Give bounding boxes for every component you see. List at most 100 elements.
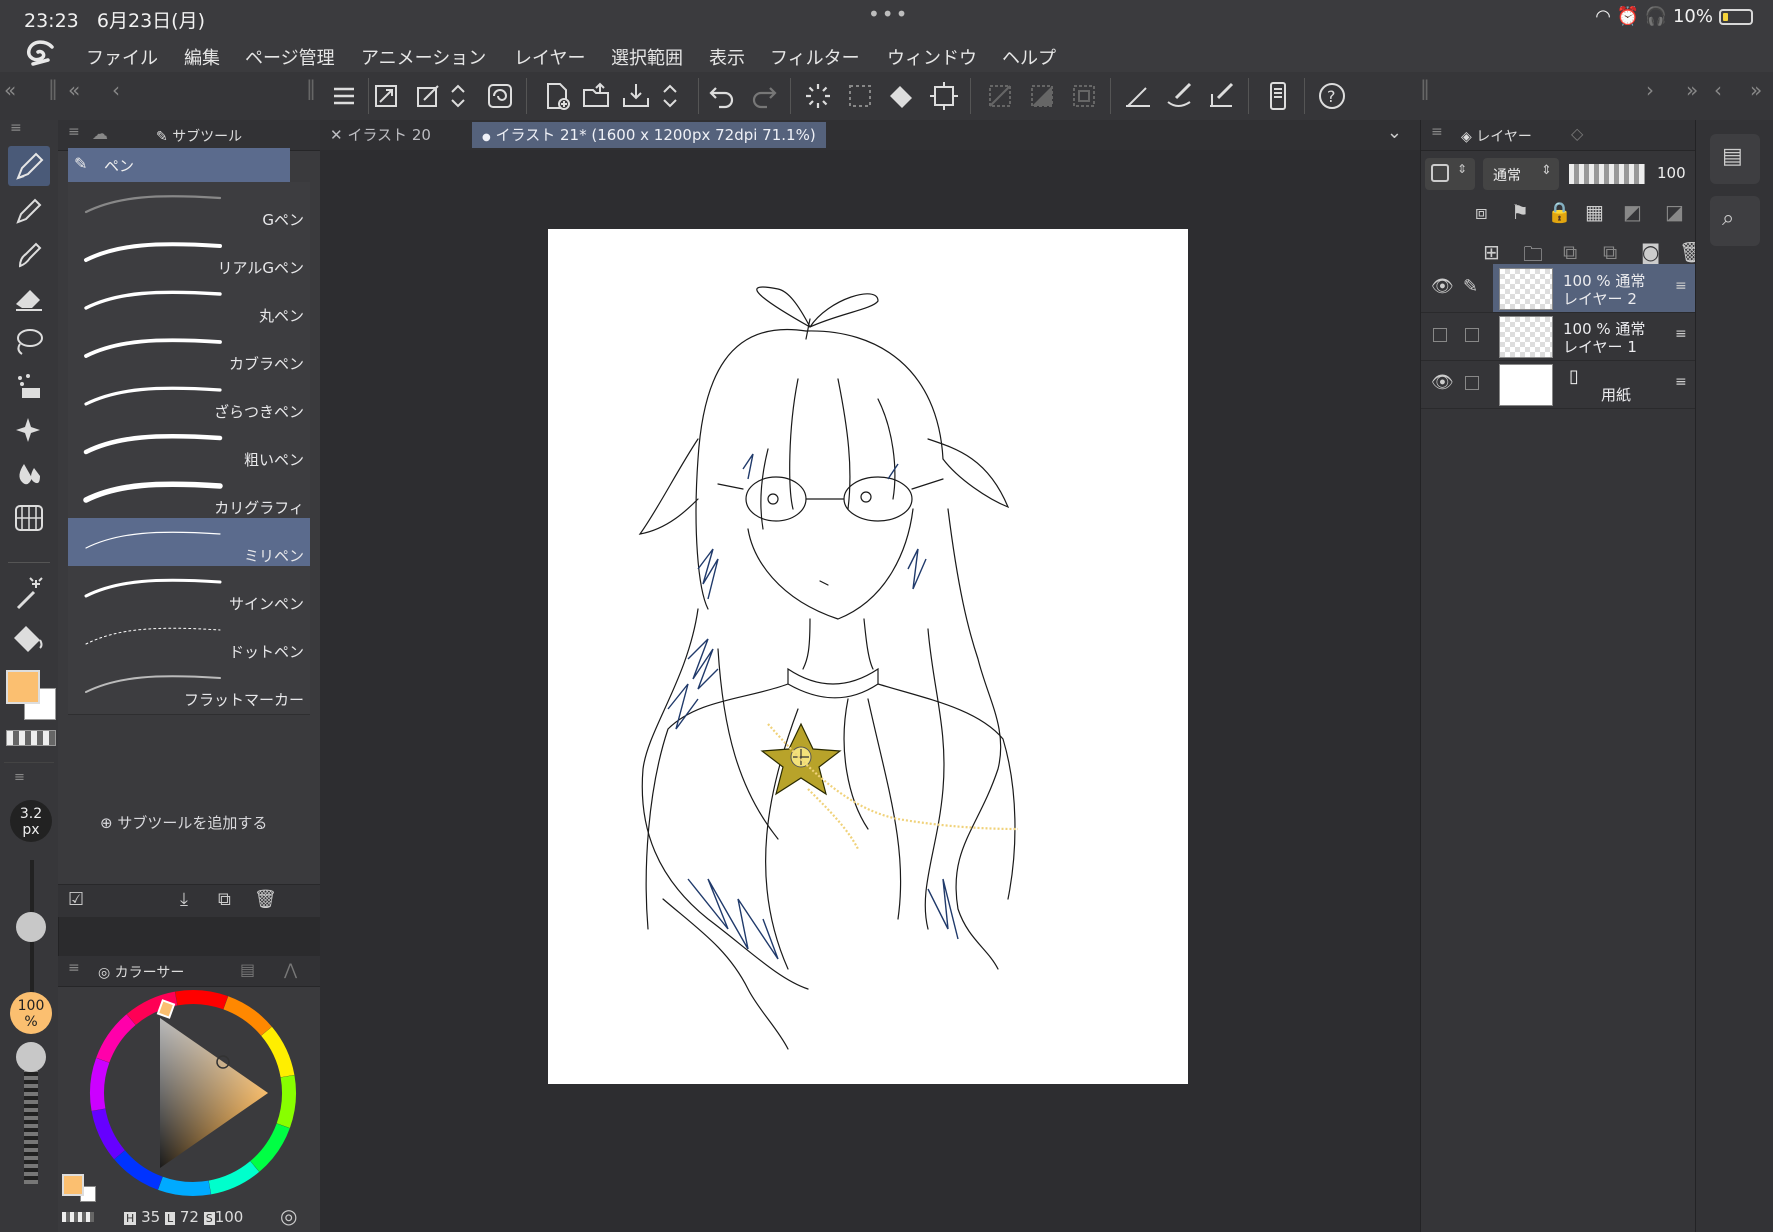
trash-icon[interactable]: 🗑 bbox=[254, 889, 277, 910]
edit-pen-icon[interactable]: ✎ bbox=[1463, 276, 1478, 297]
auto-select-tool-icon[interactable] bbox=[8, 366, 50, 406]
layer-row-paper[interactable]: 👁 ▯ 用紙 ≡ bbox=[1421, 360, 1696, 409]
brush-size-slider-handle[interactable] bbox=[16, 912, 46, 942]
ruler-icon[interactable] bbox=[1122, 80, 1154, 112]
subtool-group-header[interactable]: ✎ ペン bbox=[68, 148, 290, 182]
brush-item[interactable]: ミリペン bbox=[68, 518, 310, 571]
menu-selection[interactable]: 選択範囲 bbox=[611, 44, 683, 70]
brush-tool-icon[interactable] bbox=[8, 234, 50, 274]
brush-item[interactable]: リアルGペン bbox=[68, 230, 310, 283]
magic-wand-icon[interactable] bbox=[8, 574, 50, 614]
fill-tool-icon[interactable] bbox=[8, 618, 50, 658]
layer-tab[interactable]: ◈ レイヤー bbox=[1461, 126, 1532, 146]
invert-selection-icon[interactable] bbox=[1026, 80, 1058, 112]
opacity-slider-handle[interactable] bbox=[16, 1042, 46, 1072]
cloud-icon[interactable]: ☁ bbox=[92, 124, 108, 143]
resize-canvas-icon[interactable] bbox=[412, 80, 444, 112]
pen-ruler-icon[interactable] bbox=[1164, 80, 1196, 112]
clip-icon[interactable]: ⧈ bbox=[1475, 200, 1488, 224]
figure-tool-icon[interactable] bbox=[8, 498, 50, 538]
updown-icon[interactable] bbox=[660, 80, 680, 112]
reference-layer-icon[interactable]: ⚑ bbox=[1511, 200, 1529, 224]
chevron-left-icon[interactable]: ‹ bbox=[112, 78, 120, 102]
opacity-readout[interactable]: 100% bbox=[10, 992, 52, 1034]
merge-down-icon[interactable]: ⧉ bbox=[1563, 240, 1577, 264]
transparent-mini[interactable] bbox=[62, 1212, 94, 1222]
menu-layer[interactable]: レイヤー bbox=[514, 44, 585, 70]
panel-grip-icon[interactable]: ‖ bbox=[1420, 76, 1430, 100]
drag-handle-icon[interactable]: ≡ bbox=[1675, 278, 1687, 294]
fit-canvas-icon[interactable] bbox=[370, 80, 402, 112]
drag-handle-icon[interactable]: ≡ bbox=[1675, 374, 1687, 390]
main-color-swatch[interactable] bbox=[6, 670, 40, 704]
color-circle-tab[interactable]: ◎ カラーサー bbox=[98, 962, 184, 982]
edit-checkbox[interactable] bbox=[1465, 376, 1479, 390]
add-subtool-button[interactable]: ⊕ サブツールを追加する bbox=[100, 812, 267, 833]
menu-animation[interactable]: アニメーション bbox=[361, 44, 486, 70]
menu-help[interactable]: ヘルプ bbox=[1002, 44, 1056, 70]
spiral-icon[interactable] bbox=[484, 80, 516, 112]
deselect-icon[interactable] bbox=[1068, 80, 1100, 112]
layer-mask-icon[interactable]: ◙ bbox=[1641, 240, 1660, 264]
eraser-tool-icon[interactable] bbox=[8, 278, 50, 318]
main-color-mini[interactable] bbox=[62, 1174, 84, 1196]
color-settings-icon[interactable]: ◎ bbox=[280, 1204, 297, 1228]
blend-tool-icon[interactable] bbox=[8, 454, 50, 494]
lock-transparent-icon[interactable]: ▦ bbox=[1585, 200, 1604, 224]
snap-icon[interactable] bbox=[1206, 80, 1238, 112]
color-wheel[interactable] bbox=[88, 988, 298, 1198]
brush-item[interactable]: ドットペン bbox=[68, 614, 310, 667]
pencil-tool-icon[interactable] bbox=[8, 190, 50, 230]
pen-tool-icon[interactable] bbox=[8, 146, 50, 186]
navigator-panel-button[interactable]: ▤ bbox=[1710, 134, 1760, 184]
device-settings-icon[interactable] bbox=[1262, 80, 1294, 112]
brush-item[interactable]: 粗いペン bbox=[68, 422, 310, 475]
select-dotted-icon[interactable] bbox=[844, 80, 876, 112]
tab-illust-20[interactable]: ✕ イラスト 20 bbox=[320, 122, 441, 148]
close-icon[interactable]: ✕ bbox=[330, 126, 343, 144]
app-logo-icon[interactable] bbox=[24, 38, 58, 68]
color-history-tab-icon[interactable]: ⋀ bbox=[284, 960, 297, 979]
brush-item[interactable]: Gペン bbox=[68, 182, 310, 235]
menu-window[interactable]: ウィンドウ bbox=[887, 44, 977, 70]
transparent-color-swatch[interactable] bbox=[6, 730, 56, 746]
menu-view[interactable]: 表示 bbox=[709, 44, 745, 70]
brush-item[interactable]: 丸ペン bbox=[68, 278, 310, 331]
mask-disable-icon[interactable]: ◪ bbox=[1665, 200, 1684, 224]
menu-file[interactable]: ファイル bbox=[86, 44, 158, 70]
undo-icon[interactable] bbox=[706, 80, 738, 112]
subtool-tab[interactable]: ✎ サブツール bbox=[156, 126, 242, 146]
collapse-left2-icon[interactable]: « bbox=[68, 78, 80, 102]
chevron-left-icon[interactable]: ‹ bbox=[1714, 78, 1722, 102]
help-icon[interactable]: ? bbox=[1316, 80, 1348, 112]
collapse-right-icon[interactable]: » bbox=[1686, 78, 1698, 102]
color-slider-tab-icon[interactable]: ▤ bbox=[240, 960, 255, 979]
chevron-down-icon[interactable]: ⌄ bbox=[1387, 122, 1402, 143]
edit-checkbox[interactable] bbox=[1465, 328, 1479, 342]
lock-icon[interactable]: 🔒 bbox=[1547, 200, 1572, 224]
layer-row-1[interactable]: 100 % 通常 レイヤー 1 ≡ bbox=[1421, 312, 1696, 361]
eye-icon[interactable]: 👁 bbox=[1431, 372, 1454, 393]
blend-mode-select[interactable]: 通常 ⇕ bbox=[1483, 158, 1559, 190]
multitask-dots[interactable]: ••• bbox=[868, 2, 909, 26]
collapse-right2-icon[interactable]: » bbox=[1750, 78, 1762, 102]
brush-item[interactable]: カブラペン bbox=[68, 326, 310, 379]
import-icon[interactable]: ⤓ bbox=[180, 889, 188, 910]
eye-icon[interactable]: 👁 bbox=[1431, 276, 1454, 297]
brush-item[interactable]: ざらつきペン bbox=[68, 374, 310, 427]
panel-menu-icon[interactable]: ≡ bbox=[68, 960, 80, 976]
mask-icon[interactable]: ◩ bbox=[1623, 200, 1642, 224]
layer-opacity-slider[interactable] bbox=[1569, 164, 1645, 184]
menu-page[interactable]: ページ管理 bbox=[245, 44, 335, 70]
search-panel-button[interactable]: ⌕ bbox=[1710, 196, 1760, 246]
panel-menu-icon[interactable]: ≡ bbox=[68, 124, 80, 140]
transform-icon[interactable] bbox=[928, 80, 960, 112]
drag-handle-icon[interactable]: ≡ bbox=[1675, 326, 1687, 342]
canvas-paper[interactable] bbox=[548, 229, 1188, 1084]
layer-color-button[interactable]: ⇕ bbox=[1425, 158, 1475, 190]
brush-item[interactable]: フラットマーカー bbox=[68, 662, 310, 715]
layer-property-tab-icon[interactable]: ◇ bbox=[1571, 124, 1583, 143]
new-file-icon[interactable] bbox=[540, 80, 572, 112]
loading-spinner-icon[interactable] bbox=[802, 80, 834, 112]
brush-item[interactable]: カリグラフィ bbox=[68, 470, 310, 523]
